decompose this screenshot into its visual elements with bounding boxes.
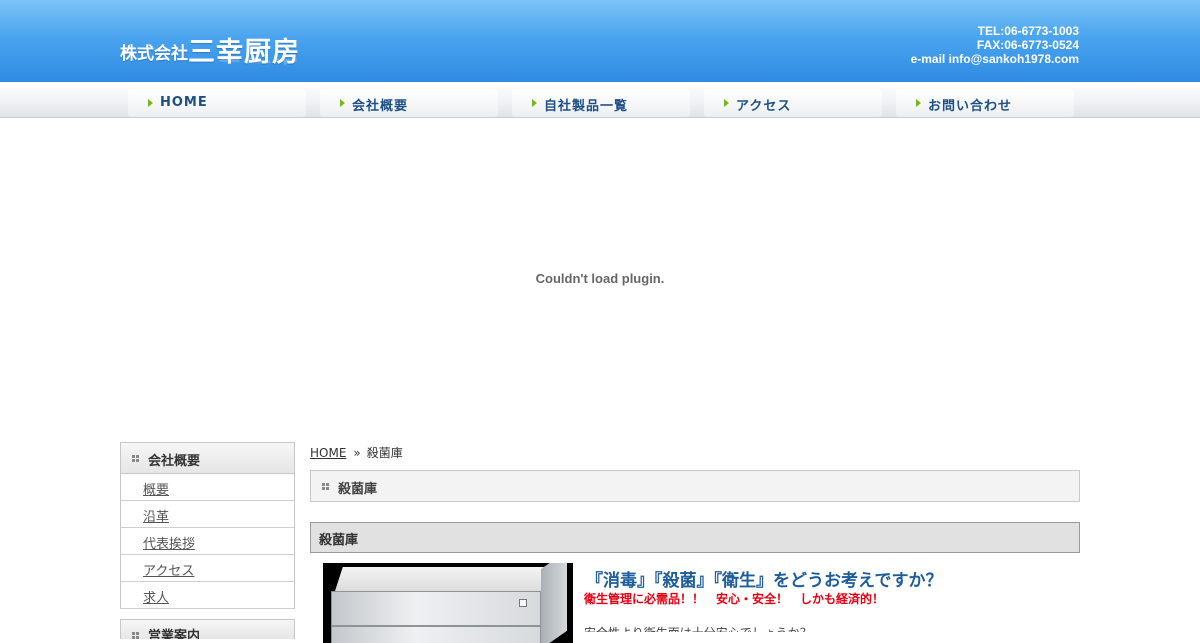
- nav-item-contact[interactable]: お問い合わせ: [896, 89, 1074, 117]
- arrow-right-icon: [148, 99, 153, 107]
- sidebar-item-recruit: 求人: [121, 582, 294, 609]
- arrow-right-icon: [340, 99, 345, 107]
- plugin-error-message: Couldn't load plugin.: [535, 271, 665, 286]
- logo-reflection: 株式会社三幸厨房: [120, 58, 300, 72]
- product-image: [323, 563, 573, 643]
- nav-item-home[interactable]: HOME: [128, 89, 306, 117]
- section-heading: 殺菌庫: [310, 522, 1080, 553]
- cabinet-front: [331, 591, 541, 643]
- sidebar-heading-2: 営業案内: [120, 619, 295, 639]
- arrow-right-icon: [532, 99, 537, 107]
- sidebar-item-access: アクセス: [121, 555, 294, 582]
- contact-tel: TEL:06-6773-1003: [977, 24, 1079, 38]
- arrow-right-icon: [916, 99, 921, 107]
- global-nav: HOME 会社概要 自社製品一覧 アクセス お問い合わせ: [0, 82, 1200, 118]
- grid-dots-icon: [322, 483, 329, 490]
- cabinet-top: [335, 567, 557, 591]
- breadcrumb-separator: »: [353, 446, 361, 460]
- page-title-box: 殺菌庫: [310, 470, 1080, 502]
- sidebar-heading: 会社概要: [120, 442, 295, 474]
- main-content: HOME» 殺菌庫 殺菌庫 殺菌庫 『消毒』『殺菌』『衛生』をどうお考えですか？ …: [310, 442, 1080, 643]
- page-title: 殺菌庫: [338, 482, 378, 497]
- contact-email: e-mail info@sankoh1978.com: [910, 52, 1079, 66]
- product-tagline: 衛生管理に必需品！！ 安心・安全！ しかも経済的！: [584, 592, 885, 606]
- product-body-text: 安全性より衛生面は十分安心でしょうか？: [584, 624, 812, 632]
- nav-item-company[interactable]: 会社概要: [320, 89, 498, 117]
- sidebar-heading-label: 営業案内: [148, 629, 201, 639]
- cabinet-handle: [519, 599, 527, 607]
- section-title: 殺菌庫: [319, 533, 359, 548]
- arrow-right-icon: [724, 99, 729, 107]
- breadcrumb-current: 殺菌庫: [366, 446, 403, 460]
- sidebar-list: 概要 沿革 代表挨拶 アクセス 求人: [120, 474, 295, 609]
- nav-label: お問い合わせ: [928, 99, 1013, 114]
- nav-item-access[interactable]: アクセス: [704, 89, 882, 117]
- sidebar-link[interactable]: 沿革: [143, 506, 169, 525]
- sidebar-heading-label: 会社概要: [148, 454, 201, 469]
- contact-info: TEL:06-6773-1003 FAX:06-6773-0524 e-mail…: [911, 24, 1079, 66]
- breadcrumb: HOME » 殺菌庫: [310, 442, 1080, 462]
- nav-label: HOME: [160, 95, 208, 110]
- cabinet-side: [541, 563, 567, 643]
- sidebar-link[interactable]: アクセス: [143, 560, 194, 579]
- sidebar: 会社概要 概要 沿革 代表挨拶 アクセス 求人 営業案内: [120, 442, 295, 639]
- logo-reflection-name: 三幸厨房: [188, 58, 300, 65]
- product-headline: 『消毒』『殺菌』『衛生』をどうお考えですか？: [586, 571, 943, 591]
- sidebar-item-overview: 概要: [121, 474, 294, 501]
- breadcrumb-home-link[interactable]: HOME: [310, 446, 346, 460]
- cabinet-seam: [331, 625, 541, 627]
- nav-label: アクセス: [736, 99, 792, 114]
- site-header: 株式会社三幸厨房 株式会社三幸厨房 TEL:06-6773-1003 FAX:0…: [0, 0, 1200, 82]
- grid-dots-icon: [132, 455, 139, 462]
- grid-dots-icon: [132, 632, 139, 639]
- contact-fax: FAX:06-6773-0524: [976, 38, 1079, 52]
- sidebar-link[interactable]: 概要: [143, 479, 169, 498]
- sidebar-item-greeting: 代表挨拶: [121, 528, 294, 555]
- nav-label: 自社製品一覧: [544, 99, 629, 114]
- sidebar-link[interactable]: 求人: [143, 587, 169, 606]
- sidebar-link[interactable]: 代表挨拶: [143, 533, 195, 552]
- nav-item-products[interactable]: 自社製品一覧: [512, 89, 690, 117]
- sidebar-item-history: 沿革: [121, 501, 294, 528]
- nav-label: 会社概要: [352, 99, 409, 114]
- plugin-area: Couldn't load plugin.: [0, 119, 1200, 439]
